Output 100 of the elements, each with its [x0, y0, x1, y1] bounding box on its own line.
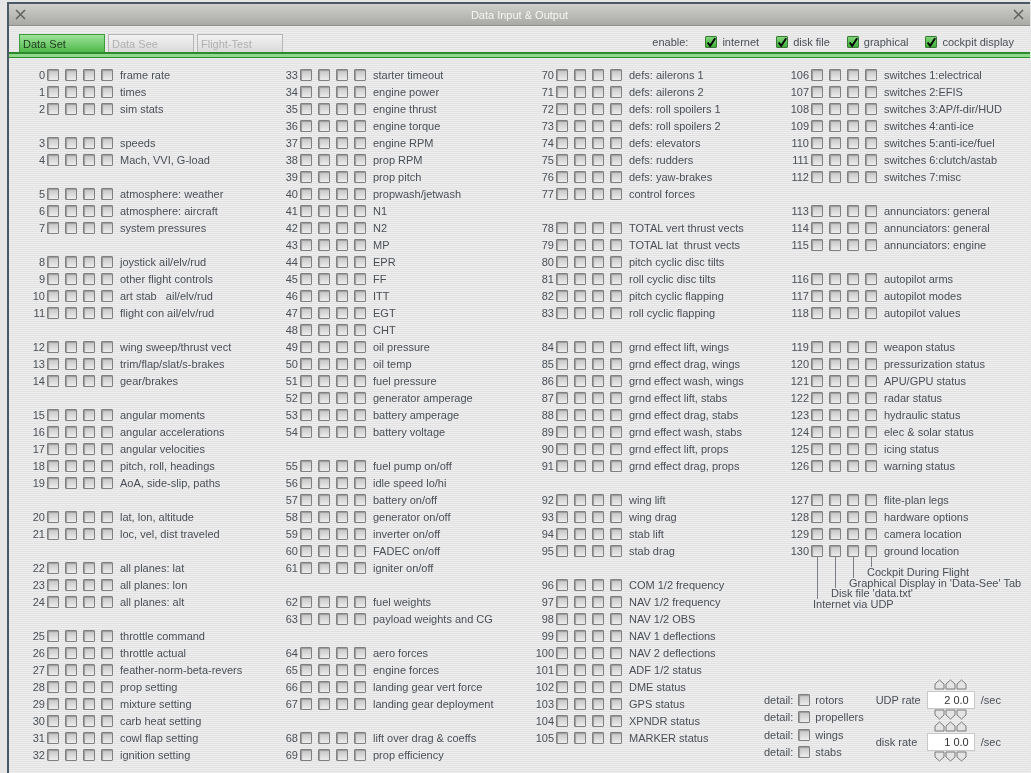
dataset-number: 75	[540, 153, 554, 166]
dataset-label: CHT	[373, 323, 396, 336]
dataset-number: 129	[789, 527, 809, 540]
dataset-label: engine thrust	[373, 102, 437, 115]
dataset-label: defs: roll spoilers 1	[629, 102, 721, 115]
dataset-number: 31	[31, 731, 45, 744]
dataset-number: 35	[284, 102, 298, 115]
dataset-label: wing sweep/thrust vect	[120, 340, 232, 353]
dataset-label: ignition setting	[120, 748, 191, 761]
dataset-label: cowl flap setting	[120, 731, 199, 744]
checkbox-label: wings	[815, 728, 844, 741]
dataset-label: NAV 1/2 OBS	[629, 612, 696, 625]
dataset-number: 48	[284, 323, 298, 336]
dataset-label: engine power	[373, 85, 440, 98]
dataset-number: 18	[31, 459, 45, 472]
dataset-number: 77	[540, 187, 554, 200]
dataset-number: 66	[284, 680, 298, 693]
dataset-number: 36	[284, 119, 298, 132]
dataset-label: wing drag	[629, 510, 677, 523]
dataset-label: lat, lon, altitude	[120, 510, 194, 523]
rate-field[interactable]: 1 0.0	[926, 733, 975, 751]
dataset-label: prop efficiency	[373, 748, 444, 761]
dataset-number: 52	[284, 391, 298, 404]
dataset-label: autopilot arms	[884, 272, 954, 285]
dataset-label: switches 4:anti-ice	[884, 119, 974, 132]
dataset-number: 87	[540, 391, 554, 404]
dataset-label: engine forces	[373, 663, 440, 676]
dataset-number: 99	[540, 629, 554, 642]
dataset-label: throttle command	[120, 629, 205, 642]
dataset-number: 78	[540, 221, 554, 234]
detail-label: detail:	[764, 746, 794, 759]
dataset-label: autopilot values	[884, 306, 961, 319]
dataset-label: switches 5:anti-ice/fuel	[884, 136, 995, 149]
dataset-number: 79	[540, 238, 554, 251]
dataset-number: 51	[284, 374, 298, 387]
dataset-number: 81	[540, 272, 554, 285]
dataset-label: defs: ailerons 1	[629, 68, 704, 81]
dataset-label: landing gear vert force	[373, 680, 483, 693]
dataset-label: sim stats	[120, 102, 164, 115]
dataset-label: warning status	[884, 459, 955, 472]
dataset-number: 64	[284, 646, 298, 659]
dataset-label: atmosphere: aircraft	[120, 204, 218, 217]
rate-field[interactable]: 2 0.0	[926, 691, 975, 709]
dataset-number: 21	[31, 527, 45, 540]
dataset-label: flite-plan legs	[884, 493, 949, 506]
dataset-number: 85	[540, 357, 554, 370]
dataset-number: 118	[790, 306, 809, 319]
dataset-number: 59	[284, 527, 298, 540]
dataset-number: 41	[284, 204, 298, 217]
dataset-number: 55	[284, 459, 298, 472]
dataset-number: 23	[31, 578, 45, 591]
dataset-number: 57	[284, 493, 298, 506]
dataset-label: gear/brakes	[120, 374, 179, 387]
dataset-number: 32	[31, 748, 45, 761]
dataset-label: idle speed lo/hi	[373, 476, 447, 489]
unit-label: /sec	[980, 736, 1001, 748]
dataset-label: angular accelerations	[120, 425, 225, 438]
dataset-number: 20	[31, 510, 45, 523]
dataset-label: TOTAL vert thrust vects	[629, 221, 744, 234]
dataset-label: starter timeout	[373, 68, 444, 81]
dataset-number: 105	[534, 731, 554, 744]
dataset-number: 13	[31, 357, 45, 370]
dataset-label: grnd effect drag, props	[629, 459, 740, 472]
dataset-number: 28	[31, 680, 45, 693]
dataset-number: 60	[284, 544, 298, 557]
dataset-label: engine torque	[373, 119, 441, 132]
dataset-label: aero forces	[373, 646, 429, 659]
tab[interactable]: Data Set	[19, 34, 105, 52]
dataset-number: 37	[284, 136, 298, 149]
dataset-label: wing lift	[629, 493, 666, 506]
dataset-label: hydraulic status	[884, 408, 961, 421]
dataset-number: 94	[540, 527, 554, 540]
dataset-number: 16	[31, 425, 45, 438]
dataset-number: 58	[284, 510, 298, 523]
dataset-label: elec & solar status	[884, 425, 974, 438]
dataset-label: APU/GPU status	[884, 374, 966, 387]
dataset-label: angular velocities	[120, 442, 205, 455]
dataset-number: 5	[37, 187, 45, 200]
dataset-number: 11	[32, 306, 45, 319]
dataset-number: 96	[540, 578, 554, 591]
dataset-label: annunciators: general	[884, 221, 990, 234]
dataset-number: 90	[540, 442, 554, 455]
dataset-label: system pressures	[120, 221, 207, 234]
dataset-label: fuel pressure	[373, 374, 437, 387]
dataset-number: 95	[540, 544, 554, 557]
dataset-number: 92	[540, 493, 554, 506]
dataset-label: NAV 2 deflections	[629, 646, 716, 659]
dataset-label: fuel weights	[373, 595, 432, 608]
dataset-number: 34	[284, 85, 298, 98]
dataset-number: 43	[284, 238, 298, 251]
dataset-label: throttle actual	[120, 646, 187, 659]
dataset-number: 74	[540, 136, 554, 149]
dataset-label: other flight controls	[120, 272, 213, 285]
dataset-label: grnd effect lift, props	[629, 442, 729, 455]
rate-label: disk rate	[875, 736, 919, 748]
dataset-label: battery on/off	[373, 493, 437, 506]
dataset-number: 98	[540, 612, 554, 625]
dataset-number: 12	[31, 340, 45, 353]
dataset-number: 9	[37, 272, 45, 285]
dataset-number: 106	[789, 68, 809, 81]
